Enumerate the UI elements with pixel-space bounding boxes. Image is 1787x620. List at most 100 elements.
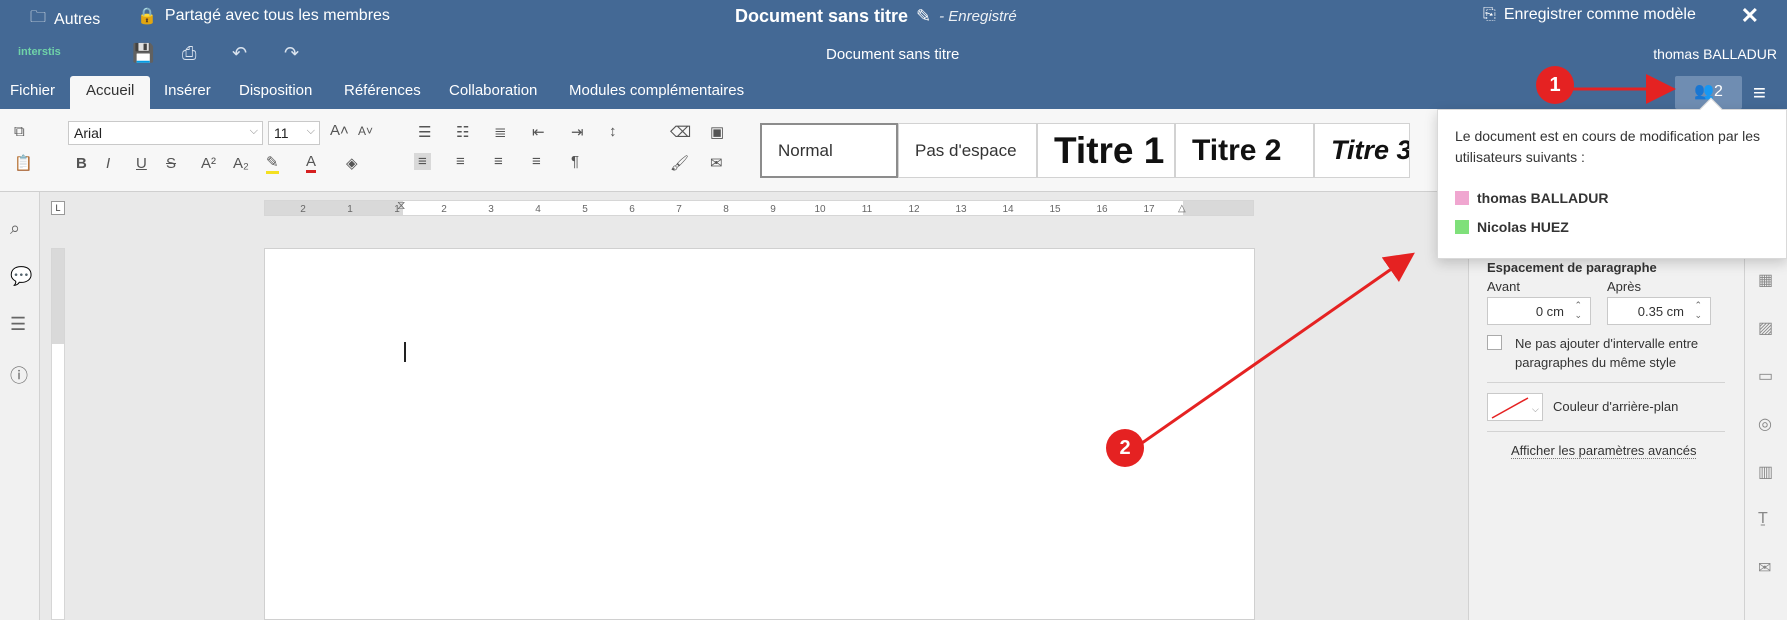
image-icon[interactable]: ▨ [1758,318,1773,338]
tab-modules[interactable]: Modules complémentaires [569,76,744,109]
tab-fichier[interactable]: Fichier [10,76,55,109]
tab-references[interactable]: Références [344,76,421,109]
document-page[interactable] [264,248,1255,620]
tab-disposition[interactable]: Disposition [239,76,312,109]
comments-icon[interactable]: 💬 [10,266,32,287]
ruler-tick-label: 8 [723,204,729,215]
folder-label: Autres [54,10,101,28]
share-status[interactable]: 🔒 Partagé avec tous les membres [137,6,390,26]
ruler-tick-label: 14 [1002,204,1014,215]
strikethrough-icon[interactable]: S [166,155,176,172]
align-center-icon[interactable]: ≡ [456,153,465,170]
tab-inserer[interactable]: Insérer [164,76,211,109]
ruler-tick-label: 2 [441,204,447,215]
style-no-spacing[interactable]: Pas d'espace [898,123,1037,178]
decrease-indent-icon[interactable]: ⇤ [532,123,545,141]
background-color-picker[interactable]: ⌵ [1487,393,1543,421]
mail-icon[interactable]: ✉ [1758,558,1771,578]
tab-accueil[interactable]: Accueil [70,76,151,109]
increase-font-icon[interactable]: A˄ [330,122,349,139]
redo-icon[interactable]: ↷ [284,43,299,64]
style-heading-1[interactable]: Titre 1 [1037,123,1175,178]
format-painter-icon[interactable]: 🖌 [670,154,689,172]
bold-icon[interactable]: B [76,155,87,172]
pencil-icon[interactable]: ✎ [916,6,931,27]
ruler-tick-label: 6 [629,204,635,215]
search-icon[interactable]: ⌕ [10,218,20,239]
chart-icon[interactable]: ▥ [1758,462,1773,482]
style-normal[interactable]: Normal [760,123,898,178]
close-icon[interactable]: ✕ [1741,3,1759,29]
shading-icon[interactable]: ▣ [710,123,724,141]
undo-icon[interactable]: ↶ [232,43,247,64]
spinner-arrows-icon[interactable]: ⌃ ⌄ [1574,300,1582,320]
info-icon[interactable]: ⓘ [10,362,28,388]
navigation-icon[interactable]: ☰ [10,314,26,335]
app-doc-title: Document sans titre [826,46,960,63]
eraser-icon[interactable]: ⌫ [670,123,691,141]
header-footer-icon[interactable]: ▭ [1758,366,1773,386]
decrease-font-icon[interactable]: A˅ [358,124,373,138]
ruler-tick-label: 7 [676,204,682,215]
mail-merge-icon[interactable]: ✉ [710,154,723,172]
template-icon: ⎘ [1483,6,1496,23]
font-size-select[interactable]: 11 ⌵ [268,121,320,145]
no-interval-checkbox[interactable] [1487,335,1502,350]
numbering-icon[interactable]: ☷ [456,123,469,141]
tab-stop-selector[interactable]: L [51,201,65,215]
vertical-ruler[interactable] [51,248,65,620]
font-color-icon[interactable]: A [306,153,317,173]
style-heading-3[interactable]: Titre 3 [1314,123,1410,178]
divider [1487,382,1725,383]
multilevel-list-icon[interactable]: ≣ [494,123,507,141]
spacing-before-value: 0 cm [1535,304,1564,319]
folder-link[interactable]: 🗀 Autres [30,6,100,33]
right-indent-marker[interactable]: △ [1178,203,1186,214]
align-left-icon[interactable]: ≡ [414,153,431,170]
ruler-tick-label: 12 [908,204,920,215]
copy-icon[interactable]: ⧉ [14,123,25,140]
paste-icon[interactable]: 📋 [14,154,33,172]
align-right-icon[interactable]: ≡ [494,153,503,170]
document-title-area: Document sans titre ✎ - Enregistré [735,6,1017,27]
co-editors-count: 2 [1714,83,1723,100]
bullets-icon[interactable]: ☰ [418,123,431,141]
left-indent-marker[interactable]: ⧖ [397,198,405,213]
co-editors-message: Le document est en cours de modification… [1455,128,1761,165]
document-title[interactable]: Document sans titre [735,6,908,27]
ruler-tick-label: 3 [488,204,494,215]
increase-indent-icon[interactable]: ⇥ [571,123,584,141]
co-editor-name: Nicolas HUEZ [1477,219,1569,235]
advanced-settings-link[interactable]: Afficher les paramètres avancés [1511,443,1697,459]
tab-collaboration[interactable]: Collaboration [449,76,537,109]
fill-color-icon[interactable]: ◈ [346,154,358,172]
spacing-after-input[interactable]: 0.35 cm ⌃ ⌄ [1607,297,1711,325]
justify-icon[interactable]: ≡ [532,153,541,170]
spacing-before-input[interactable]: 0 cm ⌃ ⌄ [1487,297,1591,325]
horizontal-ruler[interactable]: 2 1 1 2 3 4 5 6 7 8 9 10 11 12 13 14 15 16 17 ⧖ △ [264,198,1254,216]
underline-icon[interactable]: U [136,155,147,172]
highlight-icon[interactable]: ✎ [266,153,279,174]
shape-icon[interactable]: ◎ [1758,414,1772,434]
hamburger-menu-icon[interactable]: ≡ [1753,80,1766,106]
font-size-value: 11 [274,125,289,141]
text-art-icon[interactable]: Ṯ [1758,510,1768,528]
save-icon[interactable]: 💾 [132,43,154,64]
font-name-select[interactable]: Arial ⌵ [68,121,263,145]
style-heading-2[interactable]: Titre 2 [1175,123,1314,178]
pilcrow-icon[interactable]: ¶ [571,153,579,170]
spinner-arrows-icon[interactable]: ⌃ ⌄ [1694,300,1702,320]
ruler-tick-label: 16 [1096,204,1108,215]
line-spacing-icon[interactable]: ↕ [609,123,617,140]
title-bar: 🗀 Autres 🔒 Partagé avec tous les membres… [0,0,1787,31]
table-icon[interactable]: ▦ [1758,270,1773,290]
annotation-badge-2: 2 [1106,429,1144,467]
italic-icon[interactable]: I [106,155,110,172]
spacing-after-value: 0.35 cm [1637,304,1684,319]
ruler-tick-label: 9 [770,204,776,215]
save-as-template-button[interactable]: ⎘ Enregistrer comme modèle [1483,6,1696,24]
current-user: thomas BALLADUR [1653,46,1777,62]
superscript-icon[interactable]: A² [201,155,216,172]
subscript-icon[interactable]: A₂ [233,155,249,172]
print-icon[interactable]: ⎙ [182,43,196,64]
